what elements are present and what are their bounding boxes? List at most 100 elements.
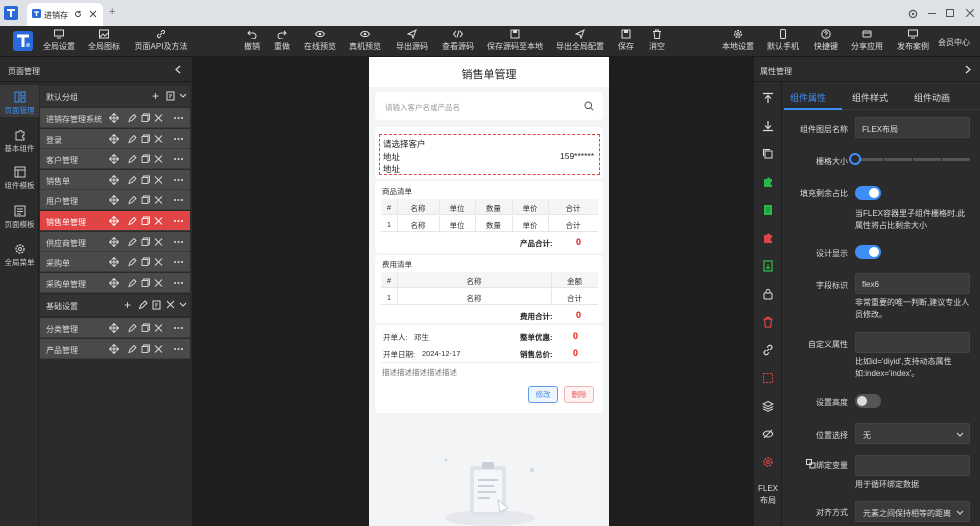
edit-icon[interactable] bbox=[138, 300, 148, 310]
rail-component-templates[interactable]: 组件模板 bbox=[0, 166, 39, 191]
global-icons-button[interactable]: 全局图标 bbox=[87, 29, 121, 55]
page-actions-icons[interactable] bbox=[109, 154, 189, 165]
component-plugin-icon[interactable] bbox=[762, 176, 774, 188]
default-phone-button[interactable]: 默认手机 bbox=[766, 29, 800, 55]
set-height-toggle[interactable] bbox=[855, 394, 881, 408]
page-list-item[interactable]: 供应商管理 bbox=[40, 231, 190, 252]
page-list-item[interactable]: 分类管理 bbox=[40, 318, 190, 338]
page-setting-icon[interactable] bbox=[152, 300, 162, 310]
save-button[interactable]: 保存 bbox=[617, 29, 635, 55]
page-actions-icons[interactable] bbox=[109, 277, 189, 288]
redo-button[interactable]: 重做 bbox=[272, 29, 292, 55]
rail-basic-components[interactable]: 基本组件 bbox=[0, 129, 39, 154]
page-actions-icons[interactable] bbox=[109, 113, 189, 123]
lock-icon[interactable] bbox=[762, 288, 774, 300]
component-plugin-red-icon[interactable] bbox=[762, 232, 774, 244]
customer-select[interactable]: 请选择客户 bbox=[383, 138, 426, 150]
rail-global-menu[interactable]: 全局菜单 bbox=[0, 243, 39, 268]
eye-off-icon[interactable] bbox=[762, 428, 774, 440]
add-page-icon[interactable]: + bbox=[124, 298, 131, 312]
tab-component-animation[interactable]: 组件动画 bbox=[914, 91, 950, 104]
view-source-button[interactable]: 查看源码 bbox=[441, 29, 475, 55]
page-list-item[interactable]: 销售单管理 bbox=[40, 211, 190, 231]
close-icon[interactable] bbox=[166, 300, 175, 309]
position-select[interactable]: 无 bbox=[855, 423, 970, 444]
edit-button[interactable]: 修改 bbox=[528, 386, 558, 403]
collapse-right-icon[interactable] bbox=[964, 65, 972, 74]
publish-case-button[interactable]: 发布案例 bbox=[896, 29, 930, 55]
move-top-icon[interactable] bbox=[762, 92, 774, 104]
align-select[interactable]: 元素之间保持相等的距离 bbox=[855, 501, 970, 522]
page-actions-icons[interactable] bbox=[109, 323, 189, 333]
design-show-toggle[interactable] bbox=[855, 245, 881, 259]
export-global-config-button[interactable]: 导出全局配置 bbox=[556, 29, 604, 55]
page-actions-icons[interactable] bbox=[109, 236, 189, 247]
settings-gear-icon[interactable] bbox=[908, 9, 918, 19]
tab-close-icon[interactable] bbox=[89, 10, 97, 18]
local-settings-button[interactable]: 本地设置 bbox=[721, 29, 755, 55]
fill-remain-toggle[interactable] bbox=[855, 186, 881, 200]
device-preview-button[interactable]: 真机预览 bbox=[348, 29, 382, 55]
reload-icon[interactable] bbox=[74, 10, 82, 18]
clear-button[interactable]: 消空 bbox=[647, 29, 667, 55]
rail-page-manage[interactable]: 页面管理 bbox=[0, 91, 39, 116]
page-actions-icons[interactable] bbox=[109, 133, 189, 144]
undo-button[interactable]: 撤销 bbox=[242, 29, 262, 55]
page-list-item[interactable]: 登录 bbox=[40, 128, 190, 149]
link-plugin-icon[interactable] bbox=[762, 344, 774, 356]
custom-attr-field[interactable] bbox=[855, 332, 970, 353]
document-export-icon[interactable] bbox=[762, 260, 774, 272]
shortcuts-label: 快捷键 bbox=[814, 42, 838, 51]
page-list-item[interactable]: 客户管理 bbox=[40, 149, 190, 170]
page-actions-icons[interactable] bbox=[109, 216, 189, 226]
rail-page-templates[interactable]: 页面模板 bbox=[0, 205, 39, 230]
grid-size-slider-handle[interactable] bbox=[849, 153, 861, 165]
browser-tab[interactable]: 进销存 bbox=[27, 3, 103, 26]
layers-icon[interactable] bbox=[762, 400, 774, 412]
tab-component-style[interactable]: 组件样式 bbox=[852, 91, 888, 104]
global-settings-button[interactable]: 全局设置 bbox=[42, 29, 76, 55]
share-app-button[interactable]: 分享应用 bbox=[850, 29, 884, 55]
group-basic-settings[interactable]: 基础设置 + bbox=[40, 295, 190, 316]
delete-button[interactable]: 删除 bbox=[564, 386, 594, 403]
page-list-item[interactable]: 销售单 bbox=[40, 169, 190, 190]
add-page-icon[interactable]: + bbox=[152, 89, 159, 103]
page-list-item[interactable]: 采购单 bbox=[40, 252, 190, 273]
member-center-link[interactable]: 会员中心 bbox=[938, 37, 970, 48]
move-bottom-icon[interactable] bbox=[762, 120, 774, 132]
settings-red-icon[interactable] bbox=[762, 456, 774, 468]
document-green-icon[interactable] bbox=[762, 204, 774, 216]
page-actions-icons[interactable] bbox=[109, 195, 189, 206]
minimize-icon[interactable] bbox=[928, 13, 936, 14]
page-list-item[interactable]: 产品管理 bbox=[40, 338, 190, 359]
search-input[interactable]: 请输入客户名或产品名 bbox=[385, 102, 460, 113]
online-preview-button[interactable]: 在线预览 bbox=[303, 29, 337, 55]
export-source-button[interactable]: 导出源码 bbox=[395, 29, 429, 55]
page-list-item[interactable]: 用户管理 bbox=[40, 190, 190, 211]
page-actions-icons[interactable] bbox=[109, 174, 189, 185]
layer-name-field[interactable]: FLEX布局 bbox=[855, 117, 970, 138]
field-id-field[interactable]: flex6 bbox=[855, 273, 970, 294]
delete-red-icon[interactable] bbox=[762, 316, 774, 328]
group-default[interactable]: 默认分组 + bbox=[40, 86, 190, 107]
table-row: 1 名称 合计 bbox=[381, 289, 598, 305]
save-source-local-button[interactable]: 保存源码至本地 bbox=[487, 29, 543, 55]
window-close-icon[interactable] bbox=[966, 9, 974, 17]
maximize-icon[interactable] bbox=[946, 9, 954, 17]
page-api-button[interactable]: 页面API及方法 bbox=[133, 29, 189, 55]
chevron-down-icon[interactable] bbox=[179, 302, 187, 308]
tab-component-props[interactable]: 组件属性 bbox=[790, 91, 826, 104]
page-list-item[interactable]: 进销存管理系统 bbox=[40, 108, 190, 128]
shortcuts-button[interactable]: 快捷键 bbox=[813, 29, 839, 55]
page-actions-icons[interactable] bbox=[109, 343, 189, 354]
page-actions-icons[interactable] bbox=[109, 257, 189, 268]
bind-var-field[interactable] bbox=[855, 455, 970, 476]
collapse-left-icon[interactable] bbox=[174, 65, 182, 74]
select-box-icon[interactable] bbox=[762, 372, 774, 384]
chevron-down-icon[interactable] bbox=[179, 93, 187, 99]
copy-icon[interactable] bbox=[762, 148, 774, 160]
page-list-item[interactable]: 采购单管理 bbox=[40, 272, 190, 293]
search-icon[interactable] bbox=[584, 101, 594, 111]
page-setting-icon[interactable] bbox=[166, 91, 176, 101]
new-tab-button[interactable]: + bbox=[109, 6, 115, 18]
